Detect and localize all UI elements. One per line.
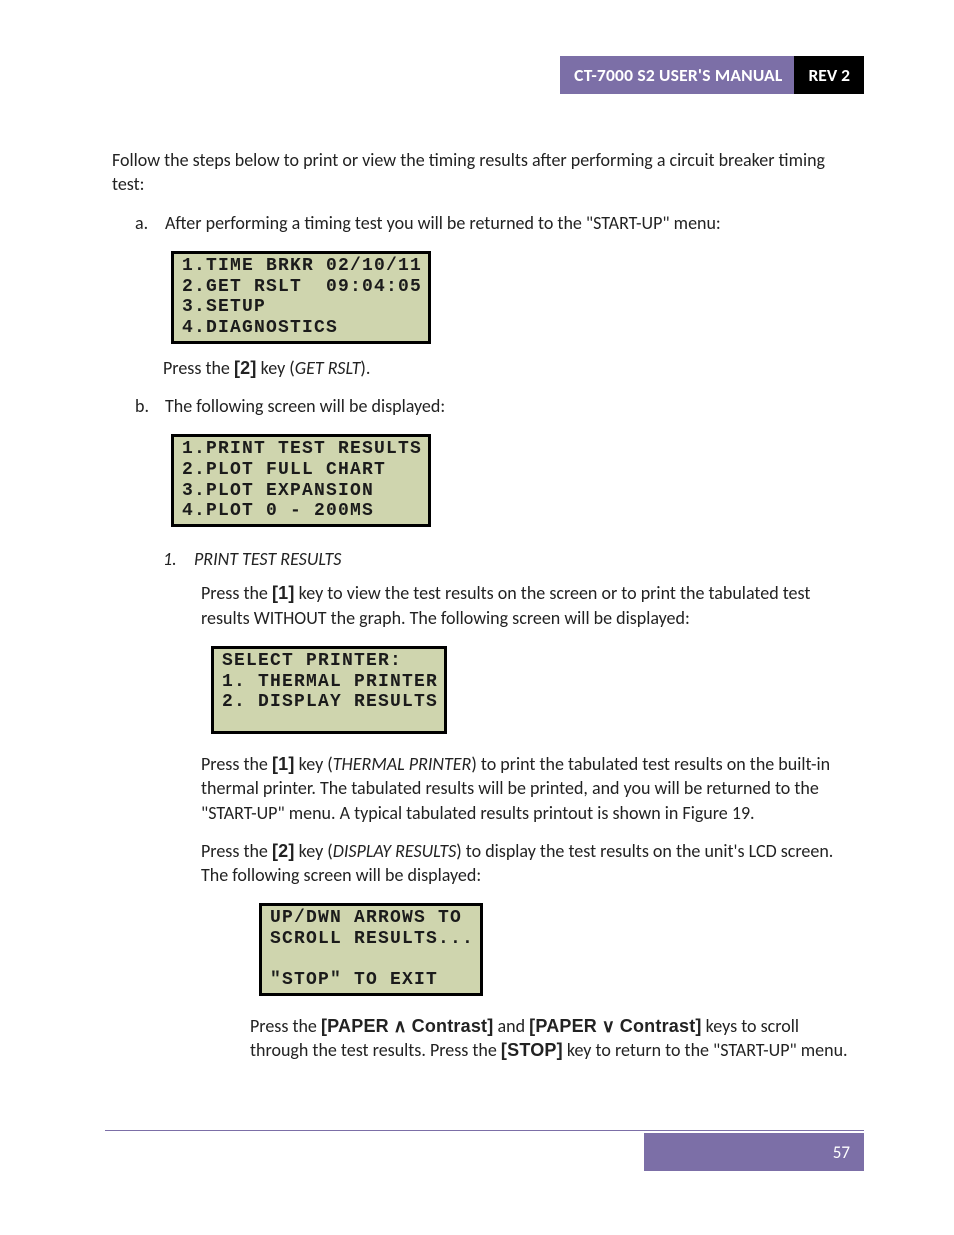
option-1-title: PRINT TEST RESULTS [194, 548, 341, 570]
text: Press the [201, 840, 272, 862]
option-1-number: 1. [163, 547, 194, 571]
lcd-screen-scroll: UP/DWN ARROWS TO SCROLL RESULTS... "STOP… [259, 903, 483, 996]
key-1: [1] [272, 583, 295, 603]
key-2: [2] [272, 841, 295, 861]
option-1-p3: Press the [2] key (DISPLAY RESULTS) to d… [201, 839, 862, 888]
lcd-screen-startup: 1.TIME BRKR 02/10/11 2.GET RSLT 09:04:05… [171, 251, 431, 344]
text: Press the [201, 753, 272, 775]
option-1-heading: 1.PRINT TEST RESULTS [163, 547, 864, 571]
option-1-p2: Press the [1] key (THERMAL PRINTER) to p… [201, 752, 862, 825]
text-italic: DISPLAY RESULTS [333, 840, 456, 862]
text: and [493, 1015, 529, 1037]
revision-label: REV 2 [794, 56, 864, 94]
key-paper-up: [PAPER ∧ Contrast] [321, 1016, 493, 1036]
text: ). [360, 357, 370, 379]
text: key to return to the "START-UP" menu. [563, 1039, 848, 1061]
intro-paragraph: Follow the steps below to print or view … [112, 148, 852, 197]
text-italic: GET RSLT [295, 357, 361, 379]
page-header: CT-7000 S2 USER'S MANUAL REV 2 [105, 56, 864, 94]
text: key ( [257, 357, 295, 379]
lcd-screen-print-menu: 1.PRINT TEST RESULTS 2.PLOT FULL CHART 3… [171, 434, 431, 527]
option-1-p4: Press the [PAPER ∧ Contrast] and [PAPER … [250, 1014, 858, 1063]
text-italic: THERMAL PRINTER [333, 753, 472, 775]
page-number: 57 [833, 1142, 850, 1163]
step-b: b.The following screen will be displayed… [135, 394, 864, 418]
option-1-p1: Press the [1] key to view the test resul… [201, 581, 862, 630]
key-1: [1] [272, 754, 295, 774]
text: key ( [295, 753, 333, 775]
footer-rule [105, 1130, 864, 1131]
step-b-letter: b. [135, 394, 165, 418]
key-stop: [STOP] [501, 1040, 563, 1060]
text: Press the [163, 357, 234, 379]
lcd-screen-select-printer: SELECT PRINTER: 1. THERMAL PRINTER 2. DI… [211, 646, 447, 734]
key-paper-down: [PAPER ∨ Contrast] [529, 1016, 701, 1036]
step-a-letter: a. [135, 211, 165, 235]
text: Press the [250, 1015, 321, 1037]
key-2: [2] [234, 358, 257, 378]
text: key ( [295, 840, 333, 862]
step-a-text: After performing a timing test you will … [165, 212, 721, 234]
step-a: a.After performing a timing test you wil… [135, 211, 864, 235]
step-a-press: Press the [2] key (GET RSLT). [163, 356, 864, 380]
text: Press the [201, 582, 272, 604]
manual-title: CT-7000 S2 USER'S MANUAL [560, 56, 794, 94]
page-footer: 57 [644, 1133, 864, 1171]
step-b-text: The following screen will be displayed: [165, 395, 445, 417]
